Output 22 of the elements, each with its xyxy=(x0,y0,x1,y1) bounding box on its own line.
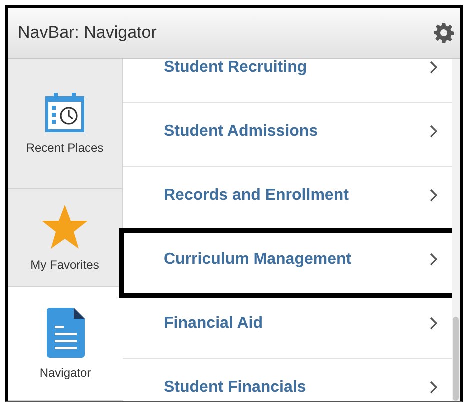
sidebar-item[interactable]: Recent Places xyxy=(8,59,122,189)
menu-label: Student Admissions xyxy=(164,122,318,140)
chevron-icon xyxy=(430,189,438,202)
sidebar-label: My Favorites xyxy=(30,258,100,272)
calendar-clock-icon xyxy=(45,92,85,132)
sidebar-item[interactable]: Navigator xyxy=(8,287,123,401)
menu-label: Curriculum Management xyxy=(164,250,352,268)
menu-label: Student Recruiting xyxy=(164,58,308,76)
menu-label: Student Financials xyxy=(164,378,306,396)
sidebar-label: Recent Places xyxy=(26,140,104,154)
document-icon xyxy=(46,308,84,358)
chevron-icon xyxy=(430,125,438,138)
chevron-icon xyxy=(430,61,438,74)
sidebar-label: Navigator xyxy=(40,366,92,380)
menu-label: Records and Enrollment xyxy=(164,186,349,204)
chevron-icon xyxy=(430,317,438,330)
menu-label: Financial Aid xyxy=(164,314,263,332)
chevron-icon xyxy=(430,381,438,394)
star-icon xyxy=(41,204,89,250)
scrollbar-thumb[interactable] xyxy=(453,317,459,401)
chevron-icon xyxy=(430,253,438,266)
settings-icon[interactable] xyxy=(434,23,454,43)
